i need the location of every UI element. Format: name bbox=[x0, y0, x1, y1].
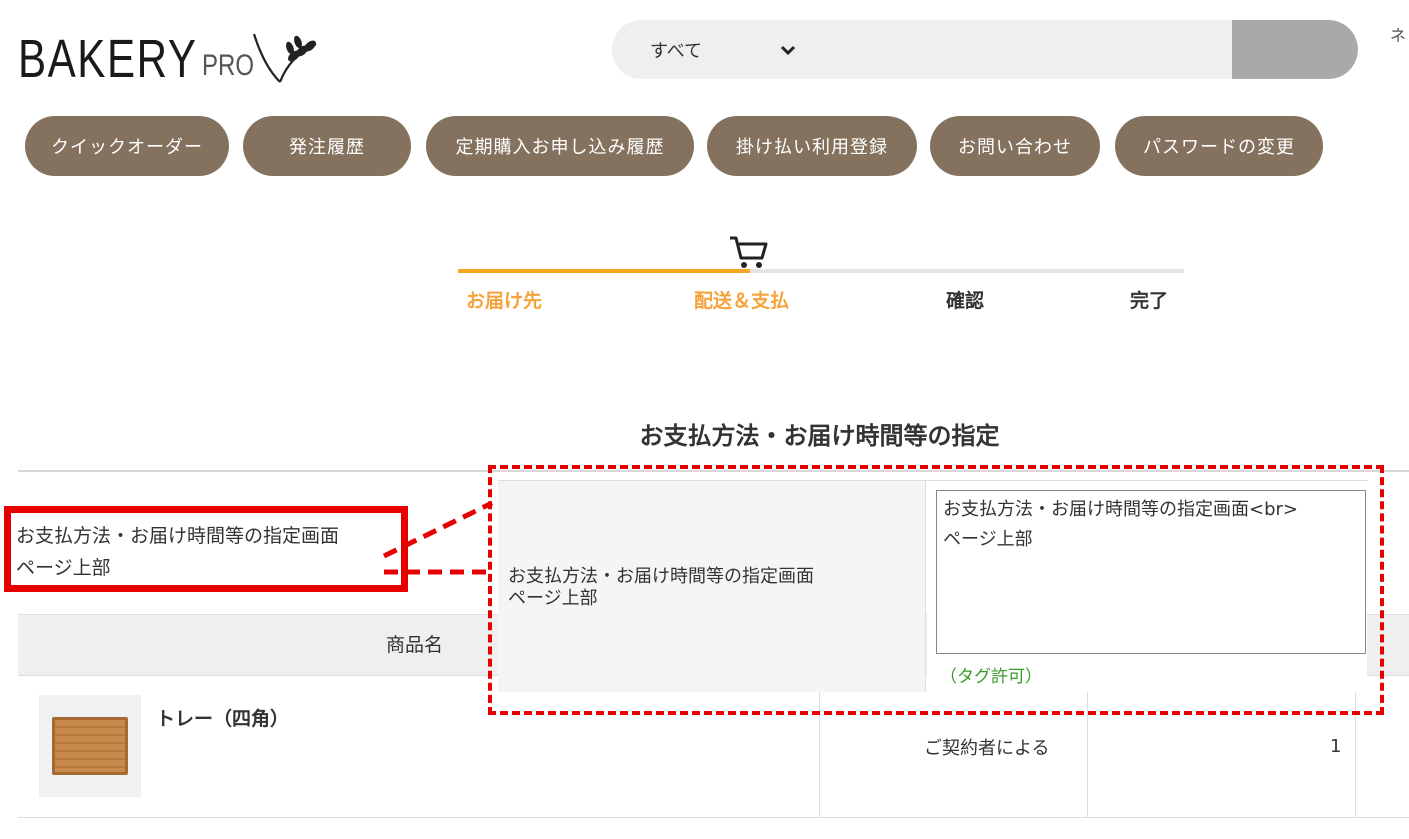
bakery-pro-logo[interactable]: BAKERY PRO bbox=[18, 20, 320, 90]
step-delivery-address: お届け先 bbox=[466, 290, 543, 312]
logo-main-text: BAKERY bbox=[18, 29, 198, 89]
tray-image bbox=[52, 717, 128, 775]
search-bar: すべて bbox=[612, 20, 1358, 79]
nav-contact-button[interactable]: お問い合わせ bbox=[930, 116, 1100, 176]
nav-subscription-history-button[interactable]: 定期購入お申し込み履歴 bbox=[426, 116, 694, 176]
step-confirm: 確認 bbox=[946, 290, 985, 312]
search-button[interactable] bbox=[1232, 20, 1358, 79]
nav-quick-order-button[interactable]: クイックオーダー bbox=[25, 116, 229, 176]
product-price: ご契約者による bbox=[924, 738, 1050, 759]
header-right-text[interactable]: ネ bbox=[1390, 22, 1406, 46]
cart-icon bbox=[730, 236, 768, 268]
nav-order-history-button[interactable]: 発注履歴 bbox=[243, 116, 411, 176]
step-complete: 完了 bbox=[1130, 290, 1169, 312]
callout-dashed-box bbox=[488, 465, 1384, 715]
logo-sub-text: PRO bbox=[202, 49, 255, 82]
progress-fill bbox=[458, 269, 750, 273]
page-title: お支払方法・お届け時間等の指定 bbox=[639, 422, 1000, 450]
search-category-select[interactable]: すべて bbox=[650, 20, 702, 79]
step-shipping-payment: 配送＆支払 bbox=[694, 290, 790, 312]
product-quantity: 1 bbox=[1330, 736, 1342, 757]
nav-credit-registration-button[interactable]: 掛け払い利用登録 bbox=[707, 116, 917, 176]
annotation-highlight-box bbox=[4, 506, 408, 592]
product-name[interactable]: トレー（四角） bbox=[156, 704, 289, 731]
chevron-down-icon[interactable] bbox=[780, 20, 796, 79]
product-image[interactable] bbox=[39, 695, 141, 797]
table-header-product-name: 商品名 bbox=[386, 634, 444, 656]
search-category-label: すべて bbox=[650, 40, 703, 62]
nav-change-password-button[interactable]: パスワードの変更 bbox=[1115, 116, 1323, 176]
wheat-icon bbox=[252, 33, 317, 83]
